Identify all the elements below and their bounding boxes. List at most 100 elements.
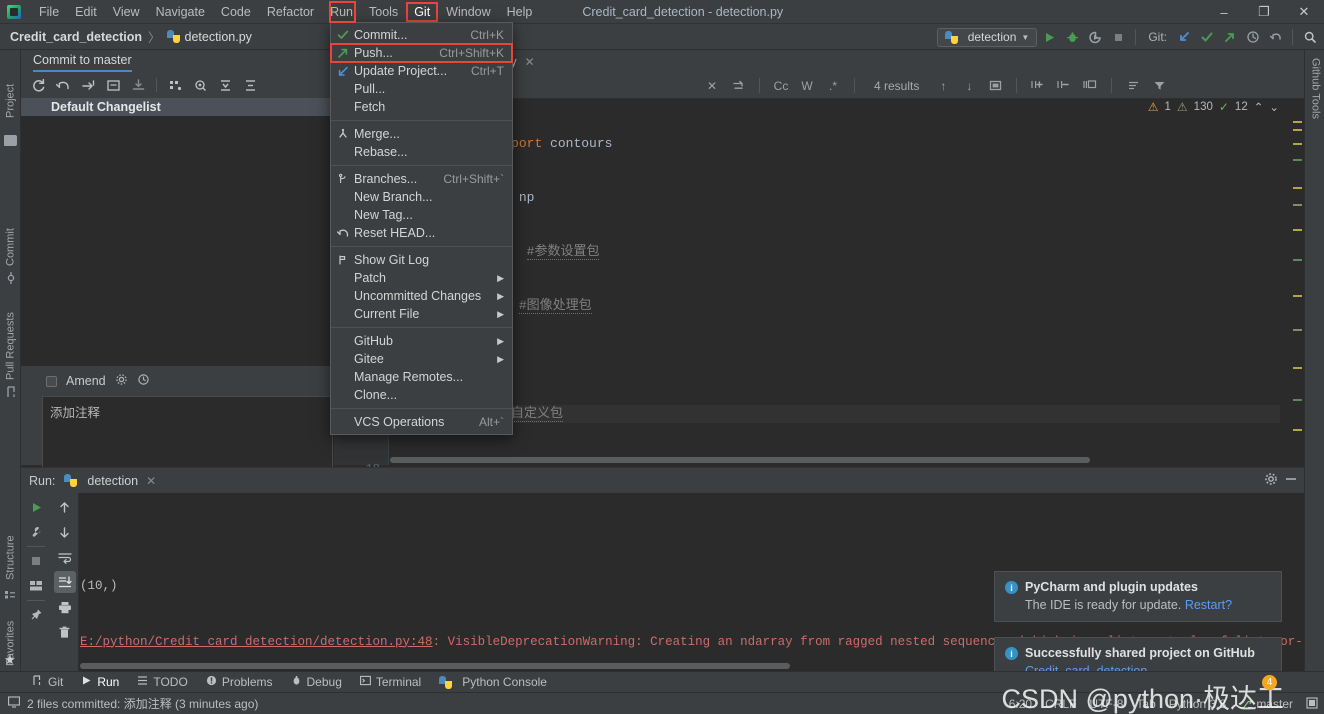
menu-edit[interactable]: Edit: [67, 2, 105, 22]
changed-files-list[interactable]: [21, 116, 332, 366]
menu-item-vcs-operations[interactable]: VCS Operations Alt+`: [331, 413, 512, 431]
menu-item-patch[interactable]: Patch ▶: [331, 269, 512, 287]
toolwindow-debug[interactable]: Debug: [283, 673, 350, 691]
tab-commit-to-master[interactable]: Commit to master: [33, 53, 132, 72]
maximize-button[interactable]: ❐: [1244, 0, 1284, 24]
debug-button[interactable]: [1062, 27, 1083, 48]
breadcrumb-file[interactable]: detection.py: [185, 30, 252, 44]
print-icon[interactable]: [54, 596, 76, 618]
menu-item-new-branch[interactable]: New Branch...: [331, 188, 512, 206]
console-error-link[interactable]: E:/python/Credit_card_detection/detectio…: [80, 635, 433, 649]
refresh-icon[interactable]: [27, 74, 49, 96]
add-occurrence-icon[interactable]: [1028, 76, 1048, 96]
remove-occurrence-icon[interactable]: [1054, 76, 1074, 96]
breadcrumb-project[interactable]: Credit_card_detection: [10, 30, 142, 44]
restart-link[interactable]: Restart?: [1185, 598, 1232, 612]
menu-item-current-file[interactable]: Current File ▶: [331, 305, 512, 323]
sidebar-item-commit[interactable]: Commit: [0, 198, 21, 266]
menu-item-github[interactable]: GitHub ▶: [331, 332, 512, 350]
update-project-button[interactable]: [1173, 27, 1194, 48]
menu-item-show-git-log[interactable]: Show Git Log: [331, 251, 512, 269]
expand-all-icon[interactable]: [214, 74, 236, 96]
menu-item-merge[interactable]: Merge...: [331, 125, 512, 143]
menu-tools[interactable]: Tools: [361, 2, 406, 22]
wrench-icon[interactable]: [25, 521, 47, 543]
stop-button[interactable]: [1108, 27, 1129, 48]
menu-item-update-project[interactable]: Update Project... Ctrl+T: [331, 62, 512, 80]
menu-item-clone[interactable]: Clone...: [331, 386, 512, 404]
code-editor[interactable]: from imutils import contours import nump…: [390, 99, 1280, 465]
regex-toggle[interactable]: .*: [823, 76, 843, 96]
trash-icon[interactable]: [54, 621, 76, 643]
push-button[interactable]: [1219, 27, 1240, 48]
scroll-down-icon[interactable]: ⌄: [1269, 100, 1279, 114]
open-in-find-window-icon[interactable]: [1080, 76, 1100, 96]
console-horizontal-scrollbar[interactable]: [80, 663, 790, 669]
pin-icon[interactable]: [25, 604, 47, 626]
amend-checkbox[interactable]: [46, 375, 57, 387]
history-button[interactable]: [1242, 27, 1263, 48]
commit-history-icon[interactable]: [137, 373, 150, 389]
menu-item-fetch[interactable]: Fetch: [331, 98, 512, 116]
match-case-toggle[interactable]: Cc: [771, 76, 791, 96]
rollback-icon[interactable]: [52, 74, 74, 96]
menu-item-reset-head[interactable]: Reset HEAD...: [331, 224, 512, 242]
gear-icon[interactable]: [1264, 472, 1278, 489]
commit-options-gear-icon[interactable]: [115, 373, 128, 389]
toolwindow-run[interactable]: Run: [73, 673, 127, 691]
menu-view[interactable]: View: [105, 2, 148, 22]
menu-navigate[interactable]: Navigate: [148, 2, 213, 22]
minimize-button[interactable]: –: [1204, 0, 1244, 24]
menu-item-rebase[interactable]: Rebase...: [331, 143, 512, 161]
shelve-icon[interactable]: [127, 74, 149, 96]
find-close-icon[interactable]: ✕: [702, 76, 722, 96]
menu-help[interactable]: Help: [499, 2, 541, 22]
rollback-button[interactable]: [1265, 27, 1286, 48]
status-message[interactable]: 2 files committed: 添加注释 (3 minutes ago): [27, 695, 258, 712]
toolwindow-todo[interactable]: TODO: [129, 673, 195, 691]
sidebar-item-project[interactable]: Project: [0, 56, 21, 118]
menu-item-manage-remotes[interactable]: Manage Remotes...: [331, 368, 512, 386]
sidebar-item-structure[interactable]: Structure: [0, 518, 21, 580]
editor-horizontal-scrollbar[interactable]: [390, 457, 1270, 463]
find-replace-toggle-icon[interactable]: [728, 76, 748, 96]
up-icon[interactable]: [54, 496, 76, 518]
filter-icon[interactable]: [1149, 76, 1169, 96]
menu-window[interactable]: Window: [438, 2, 498, 22]
rerun-icon[interactable]: [25, 496, 47, 518]
stop-icon[interactable]: [25, 550, 47, 572]
event-log-icon[interactable]: [8, 696, 20, 711]
menu-item-commit[interactable]: Commit... Ctrl+K: [331, 26, 512, 44]
collapse-all-icon[interactable]: [239, 74, 261, 96]
memory-indicator-icon[interactable]: [1306, 696, 1318, 712]
find-prev-icon[interactable]: ↑: [933, 76, 953, 96]
soft-wrap-icon[interactable]: [54, 546, 76, 568]
sidebar-item-github-tools[interactable]: Github Tools: [1305, 58, 1324, 144]
minimize-icon[interactable]: [1284, 472, 1298, 489]
find-select-all-icon[interactable]: [985, 76, 1005, 96]
menu-item-uncommitted-changes[interactable]: Uncommitted Changes ▶: [331, 287, 512, 305]
commit-button[interactable]: [1196, 27, 1217, 48]
revert-icon[interactable]: [77, 74, 99, 96]
scroll-up-icon[interactable]: ⌃: [1254, 100, 1264, 114]
sidebar-item-pull-requests[interactable]: Pull Requests: [0, 294, 21, 380]
down-icon[interactable]: [54, 521, 76, 543]
menu-item-gitee[interactable]: Gitee ▶: [331, 350, 512, 368]
git-dropdown-menu[interactable]: Commit... Ctrl+K Push... Ctrl+Shift+K Up…: [330, 22, 513, 435]
group-by-icon[interactable]: [164, 74, 186, 96]
menu-refactor[interactable]: Refactor: [259, 2, 322, 22]
diff-icon[interactable]: [102, 74, 124, 96]
menu-code[interactable]: Code: [213, 2, 259, 22]
run-config-tab[interactable]: detection ✕: [64, 474, 156, 488]
scroll-to-end-icon[interactable]: [53, 571, 76, 593]
preview-diff-icon[interactable]: [189, 74, 211, 96]
run-with-coverage-button[interactable]: [1085, 27, 1106, 48]
words-toggle[interactable]: W: [797, 76, 817, 96]
find-next-icon[interactable]: ↓: [959, 76, 979, 96]
menu-item-new-tag[interactable]: New Tag...: [331, 206, 512, 224]
changelist-row[interactable]: Default Changelist: [21, 98, 332, 116]
menu-git[interactable]: Git: [406, 1, 439, 22]
menu-item-branches[interactable]: Branches... Ctrl+Shift+`: [331, 170, 512, 188]
run-button[interactable]: [1039, 27, 1060, 48]
layout-icon[interactable]: [25, 575, 47, 597]
